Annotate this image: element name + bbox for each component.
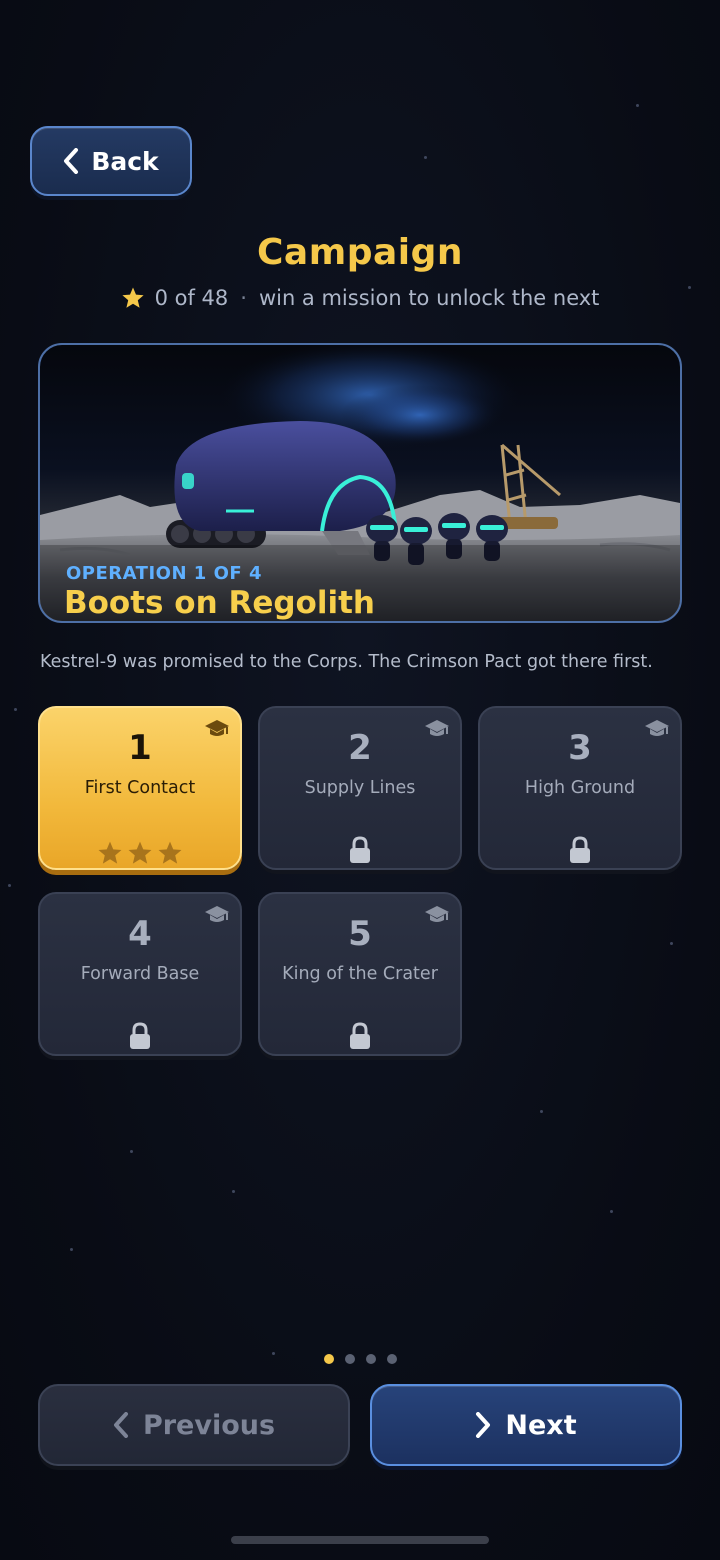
mission-number: 2 <box>348 728 372 768</box>
operation-banner: OPERATION 1 OF 4 Boots on Regolith <box>38 343 682 623</box>
lock-icon <box>570 836 590 863</box>
mission-name: King of the Crater <box>282 964 438 984</box>
next-button[interactable]: Next <box>370 1384 682 1466</box>
separator: · <box>240 286 247 310</box>
lock-icon <box>350 836 370 863</box>
background-star <box>130 1150 133 1153</box>
stars-progress-text: 0 of 48 <box>154 286 229 310</box>
background-star <box>8 884 11 887</box>
background-star <box>424 156 427 159</box>
background-star <box>610 1210 613 1213</box>
mission-number: 5 <box>348 914 372 954</box>
background-star <box>14 708 17 711</box>
unlock-hint: win a mission to unlock the next <box>258 286 600 310</box>
background-star <box>670 942 673 945</box>
mission-number: 1 <box>128 728 152 768</box>
background-star <box>636 104 639 107</box>
mission-card-1[interactable]: 1 First Contact <box>38 706 242 870</box>
campaign-screen: Back Campaign 0 of 48 · win a mission to… <box>0 0 720 1560</box>
back-button-label: Back <box>91 146 159 176</box>
page-title: Campaign <box>256 232 464 273</box>
previous-button-label: Previous <box>142 1409 276 1441</box>
mission-card-2[interactable]: 2 Supply Lines <box>258 706 462 870</box>
chevron-left-icon <box>113 1412 128 1438</box>
mission-card-3[interactable]: 3 High Ground <box>478 706 682 870</box>
chevron-left-icon <box>64 148 79 174</box>
background-star <box>70 1248 73 1251</box>
mission-number: 4 <box>128 914 152 954</box>
lock-icon <box>130 1022 150 1049</box>
page-dot[interactable] <box>344 1354 355 1364</box>
mission-name: First Contact <box>84 778 196 798</box>
page-dot[interactable] <box>386 1354 397 1364</box>
mission-number: 3 <box>568 728 592 768</box>
mission-card-5[interactable]: 5 King of the Crater <box>258 892 462 1056</box>
previous-button[interactable]: Previous <box>38 1384 350 1466</box>
background-star <box>232 1190 235 1193</box>
campaign-progress: 0 of 48 · win a mission to unlock the ne… <box>0 286 720 310</box>
background-star <box>540 1110 543 1113</box>
operation-title: Boots on Regolith <box>64 585 375 621</box>
operation-label: OPERATION 1 OF 4 <box>66 563 262 584</box>
mission-name: High Ground <box>524 778 636 798</box>
page-dot-active[interactable] <box>323 1354 334 1364</box>
star-icon <box>128 841 152 864</box>
chevron-right-icon <box>476 1412 491 1438</box>
lock-icon <box>350 1022 370 1049</box>
mission-name: Forward Base <box>80 964 200 984</box>
back-button[interactable]: Back <box>30 126 192 196</box>
mission-name: Supply Lines <box>304 778 416 798</box>
star-icon <box>158 841 182 864</box>
star-icon <box>121 287 144 308</box>
star-icon <box>98 841 122 864</box>
page-dot[interactable] <box>365 1354 376 1364</box>
page-indicator <box>0 1354 720 1364</box>
mission-stars <box>40 840 240 866</box>
home-indicator[interactable] <box>231 1536 489 1544</box>
mission-card-4[interactable]: 4 Forward Base <box>38 892 242 1056</box>
operation-description: Kestrel-9 was promised to the Corps. The… <box>40 652 653 672</box>
next-button-label: Next <box>505 1409 577 1441</box>
